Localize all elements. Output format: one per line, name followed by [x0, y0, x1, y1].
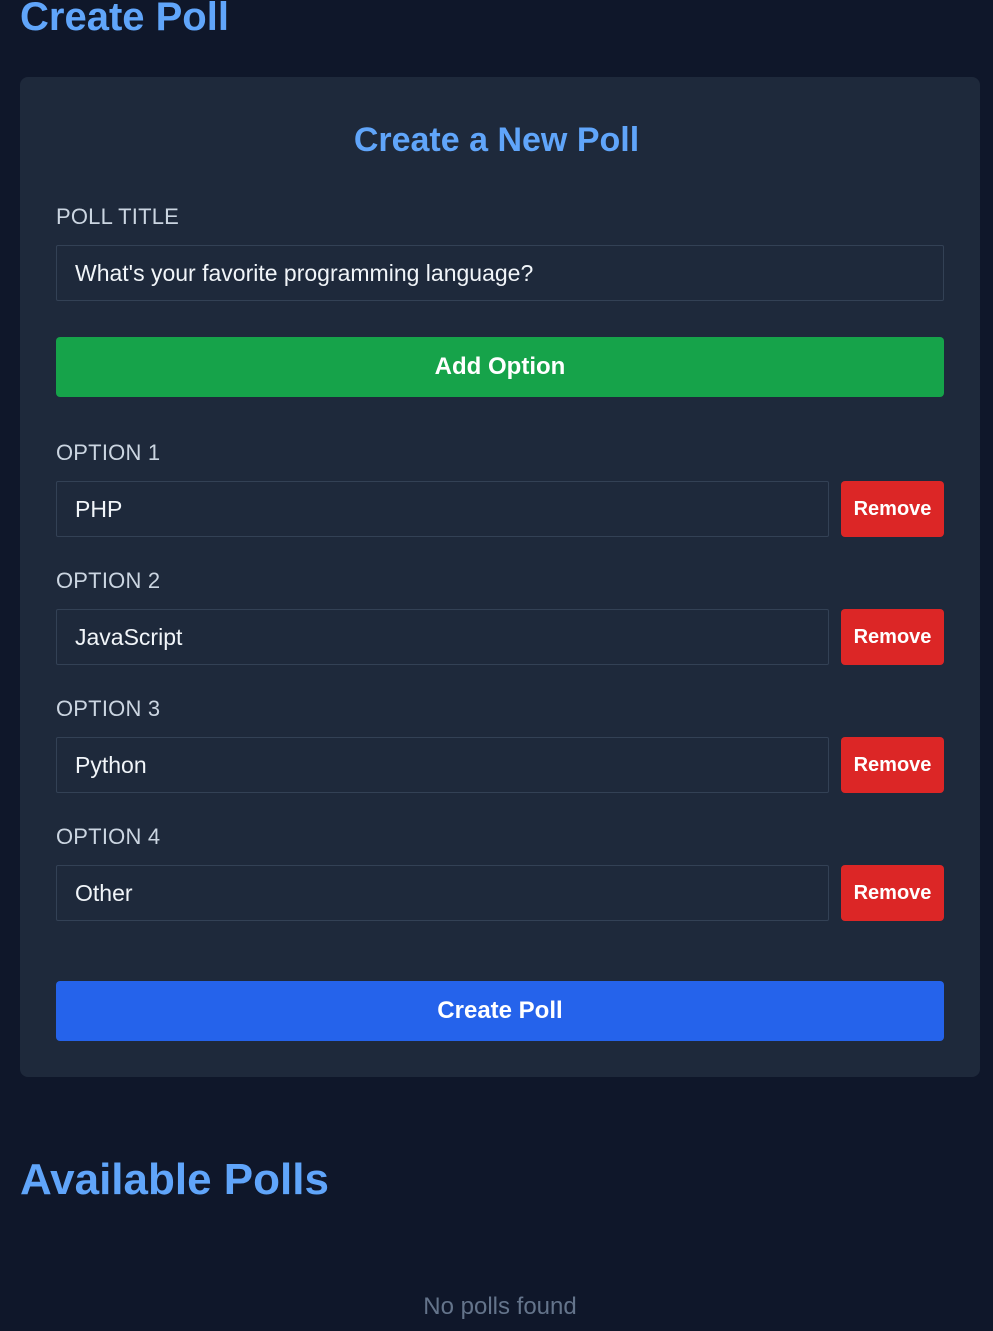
remove-option-2-button[interactable]: Remove [841, 609, 944, 665]
form-title: Create a New Poll [353, 121, 640, 159]
create-poll-button[interactable]: Create Poll [56, 981, 944, 1041]
option-3-label: OPTION 3 [56, 696, 161, 721]
poll-title-input[interactable] [56, 245, 944, 301]
option-4-label: OPTION 4 [56, 824, 161, 849]
add-option-button[interactable]: Add Option [56, 337, 944, 397]
remove-option-3-button[interactable]: Remove [841, 737, 944, 793]
option-1-label: OPTION 1 [56, 440, 161, 465]
option-4-input[interactable] [56, 865, 829, 921]
option-3-input[interactable] [56, 737, 829, 793]
remove-option-1-button[interactable]: Remove [841, 481, 944, 537]
available-polls-heading: Available Polls [20, 1155, 329, 1204]
remove-option-4-button[interactable]: Remove [841, 865, 944, 921]
option-2-label: OPTION 2 [56, 568, 161, 593]
option-2-input[interactable] [56, 609, 829, 665]
empty-polls-message: No polls found [423, 1293, 577, 1320]
option-1-input[interactable] [56, 481, 829, 537]
page: Create Poll Create a New Poll POLL TITLE… [0, 0, 993, 1331]
poll-title-label: POLL TITLE [56, 204, 180, 229]
page-title: Create Poll [20, 0, 229, 39]
